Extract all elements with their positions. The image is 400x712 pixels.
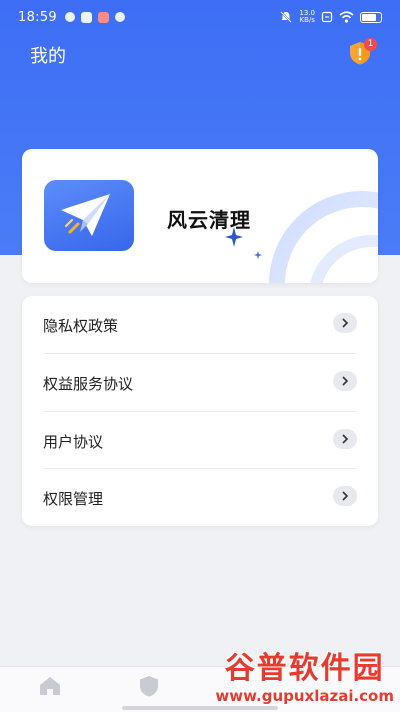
menu-item-label: 隐私权政策 [43,317,119,335]
mail-icon [80,11,92,23]
menu-item-privacy-policy[interactable]: 隐私权政策 [22,296,378,353]
network-speed: 13.0 KB/s [299,10,315,24]
sparkle-icon [254,251,262,259]
notification-badge: 1 [364,38,377,51]
status-right: 13.0 KB/s [279,10,382,24]
home-icon[interactable] [37,674,63,698]
app-info-card: 风云清理 [22,149,378,283]
page-title: 我的 [30,46,66,67]
menu-item-label: 权限管理 [43,490,104,508]
app-notification-icon [97,11,109,23]
network-speed-unit: KB/s [299,16,315,24]
status-time: 18:59 [18,9,57,25]
sparkle-icon [300,187,310,198]
chevron-right-icon [333,429,357,449]
status-left: 18:59 [18,10,125,25]
wifi-icon [339,11,354,23]
watermark-url: www.gupuxlazai.com [215,687,394,705]
menu-list: 隐私权政策 权益服务协议 用户协议 权限管理 [22,296,378,526]
paper-plane-icon [61,194,110,236]
menu-item-label: 用户协议 [43,433,104,451]
watermark-brand: 谷普软件园 [224,651,385,686]
app-name: 风云清理 [167,208,251,232]
menu-item-benefit-service-agreement[interactable]: 权益服务协议 [22,354,378,411]
sparkle-icon [318,171,336,190]
chevron-right-icon [333,486,357,506]
shield-icon[interactable] [136,674,162,698]
mute-icon [280,11,293,23]
clock-icon [114,12,125,22]
menu-item-permission-management[interactable]: 权限管理 [22,469,378,526]
menu-item-label: 权益服务协议 [43,375,134,393]
chevron-right-icon [333,313,357,333]
watermark: 谷普软件园 www.gupuxlazai.com [215,651,394,705]
battery-icon [360,11,382,23]
sim-icon [321,11,333,23]
chevron-right-icon [333,371,357,391]
gesture-bar[interactable] [122,706,278,710]
app-logo [44,180,134,251]
menu-item-user-agreement[interactable]: 用户协议 [22,412,378,469]
status-bar: 18:59 13.0 KB/s [0,0,400,34]
notification-app-icon [64,12,75,22]
